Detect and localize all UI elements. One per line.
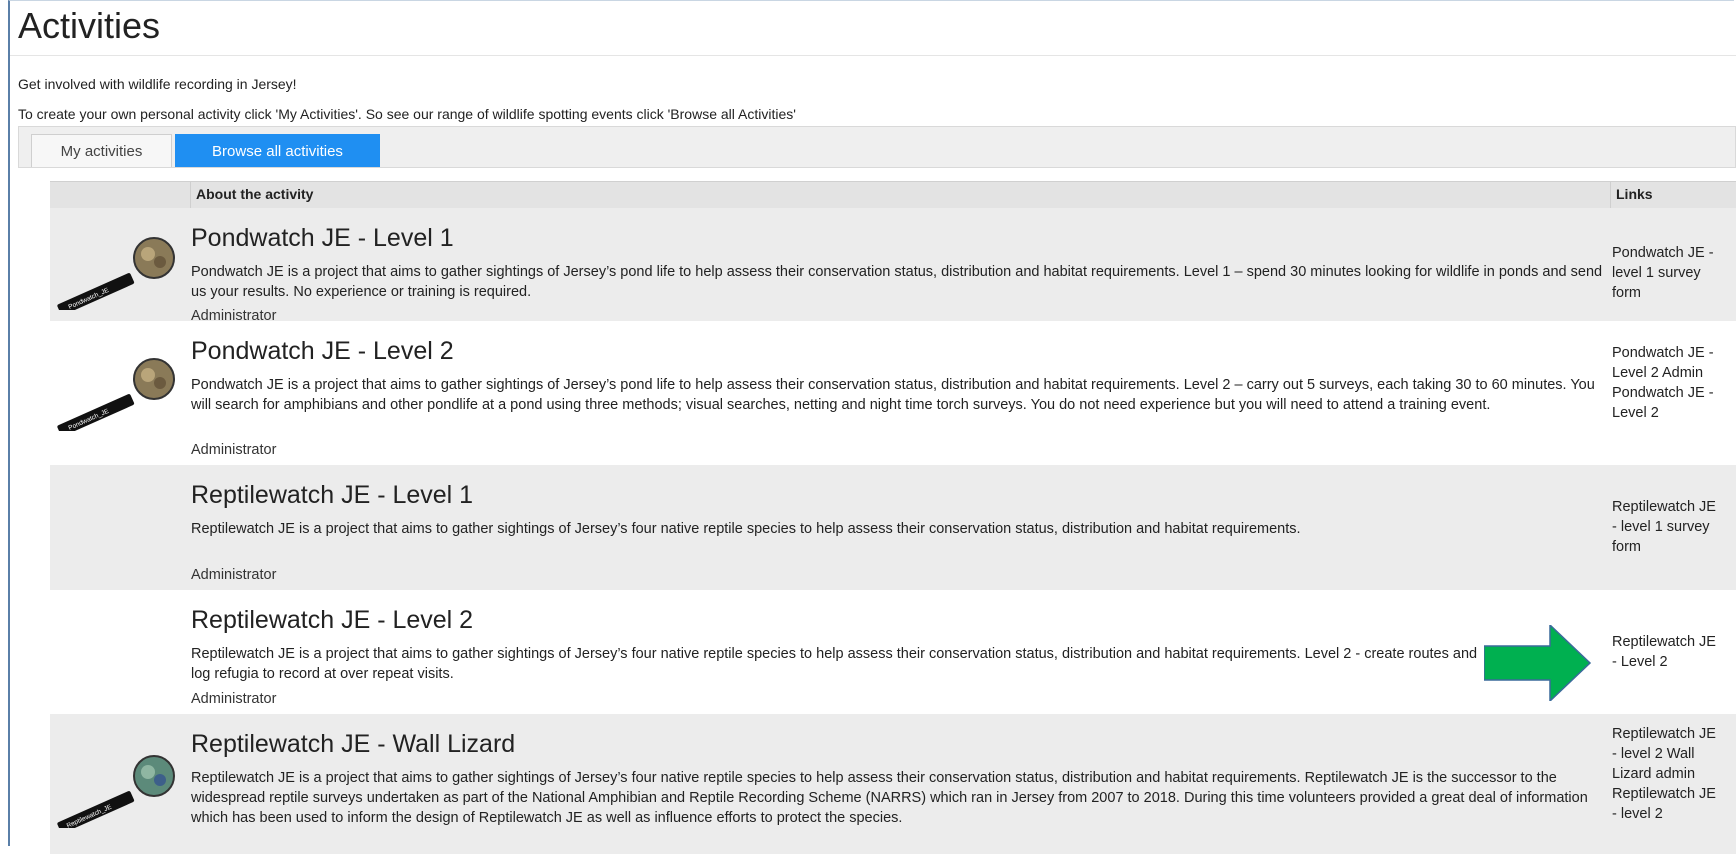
activity-title[interactable]: Pondwatch JE - Level 1 [191, 224, 454, 253]
activity-title[interactable]: Reptilewatch JE - Level 1 [191, 481, 473, 510]
reptilewatch-thumbnail-icon: Reptilewatch_JE [57, 755, 175, 828]
link-survey-form[interactable]: Reptilewatch JE - level 1 survey form [1612, 497, 1722, 557]
column-header-links: Links [1616, 186, 1653, 202]
title-divider [10, 55, 1736, 56]
link-admin[interactable]: Pondwatch JE - Level 2 Admin [1612, 343, 1722, 383]
column-divider [1610, 182, 1611, 208]
page-title: Activities [18, 5, 161, 46]
instructions-text: To create your own personal activity cli… [18, 106, 796, 122]
activity-row-reptilewatch-wall-lizard: Reptilewatch_JE Reptilewatch JE - Wall L… [50, 714, 1736, 854]
activity-links: Pondwatch JE - level 1 survey form [1612, 243, 1722, 303]
table-header: About the activity Links [50, 181, 1736, 208]
activity-description: Pondwatch JE is a project that aims to g… [191, 377, 1595, 413]
link-survey[interactable]: Reptilewatch JE - Level 2 [1612, 632, 1722, 672]
activity-links: Reptilewatch JE - Level 2 [1612, 632, 1722, 672]
activity-title[interactable]: Reptilewatch JE - Wall Lizard [191, 730, 515, 759]
column-header-about: About the activity [196, 186, 314, 202]
thumbnail-label: Reptilewatch_JE [66, 803, 114, 828]
activity-links: Pondwatch JE - Level 2 Admin Pondwatch J… [1612, 343, 1722, 423]
activity-description: Reptilewatch JE is a project that aims t… [191, 646, 1478, 682]
pondwatch-thumbnail-icon: Pondwatch_JE [57, 358, 175, 431]
link-survey[interactable]: Pondwatch JE - Level 2 [1612, 383, 1722, 423]
activity-description: Pondwatch JE is a project that aims to g… [191, 264, 1603, 300]
activities-table: About the activity Links Pondwatch_JE Po… [50, 181, 1736, 854]
tab-browse-all-activities[interactable]: Browse all activities [175, 134, 380, 167]
activity-title[interactable]: Pondwatch JE - Level 2 [191, 337, 454, 366]
activity-description: Reptilewatch JE is a project that aims t… [191, 770, 1588, 826]
activity-links: Reptilewatch JE - level 2 Wall Lizard ad… [1612, 724, 1722, 824]
link-survey[interactable]: Reptilewatch JE - level 2 [1612, 784, 1722, 824]
link-admin[interactable]: Reptilewatch JE - level 2 Wall Lizard ad… [1612, 724, 1722, 784]
intro-text: Get involved with wildlife recording in … [18, 76, 297, 92]
activity-owner: Administrator [191, 442, 277, 458]
column-divider [190, 182, 191, 208]
activity-row-pondwatch-level-2: Pondwatch_JE Pondwatch JE - Level 2 Pond… [50, 321, 1736, 465]
pondwatch-thumbnail-icon: Pondwatch_JE [57, 237, 175, 310]
activity-owner: Administrator [191, 567, 277, 583]
tab-bar: My activities Browse all activities [18, 126, 1736, 168]
activity-row-reptilewatch-level-1: Reptilewatch JE - Level 1 Reptilewatch J… [50, 465, 1736, 590]
activity-description: Reptilewatch JE is a project that aims t… [191, 521, 1301, 537]
arrow-shape [1484, 625, 1592, 701]
green-arrow-icon [1484, 625, 1592, 701]
activity-row-pondwatch-level-1: Pondwatch_JE Pondwatch JE - Level 1 Pond… [50, 208, 1736, 324]
activity-links: Reptilewatch JE - level 1 survey form [1612, 497, 1722, 557]
link-survey-form[interactable]: Pondwatch JE - level 1 survey form [1612, 243, 1722, 303]
activity-title[interactable]: Reptilewatch JE - Level 2 [191, 606, 473, 635]
tab-my-activities[interactable]: My activities [31, 134, 172, 167]
activity-owner: Administrator [191, 691, 277, 707]
